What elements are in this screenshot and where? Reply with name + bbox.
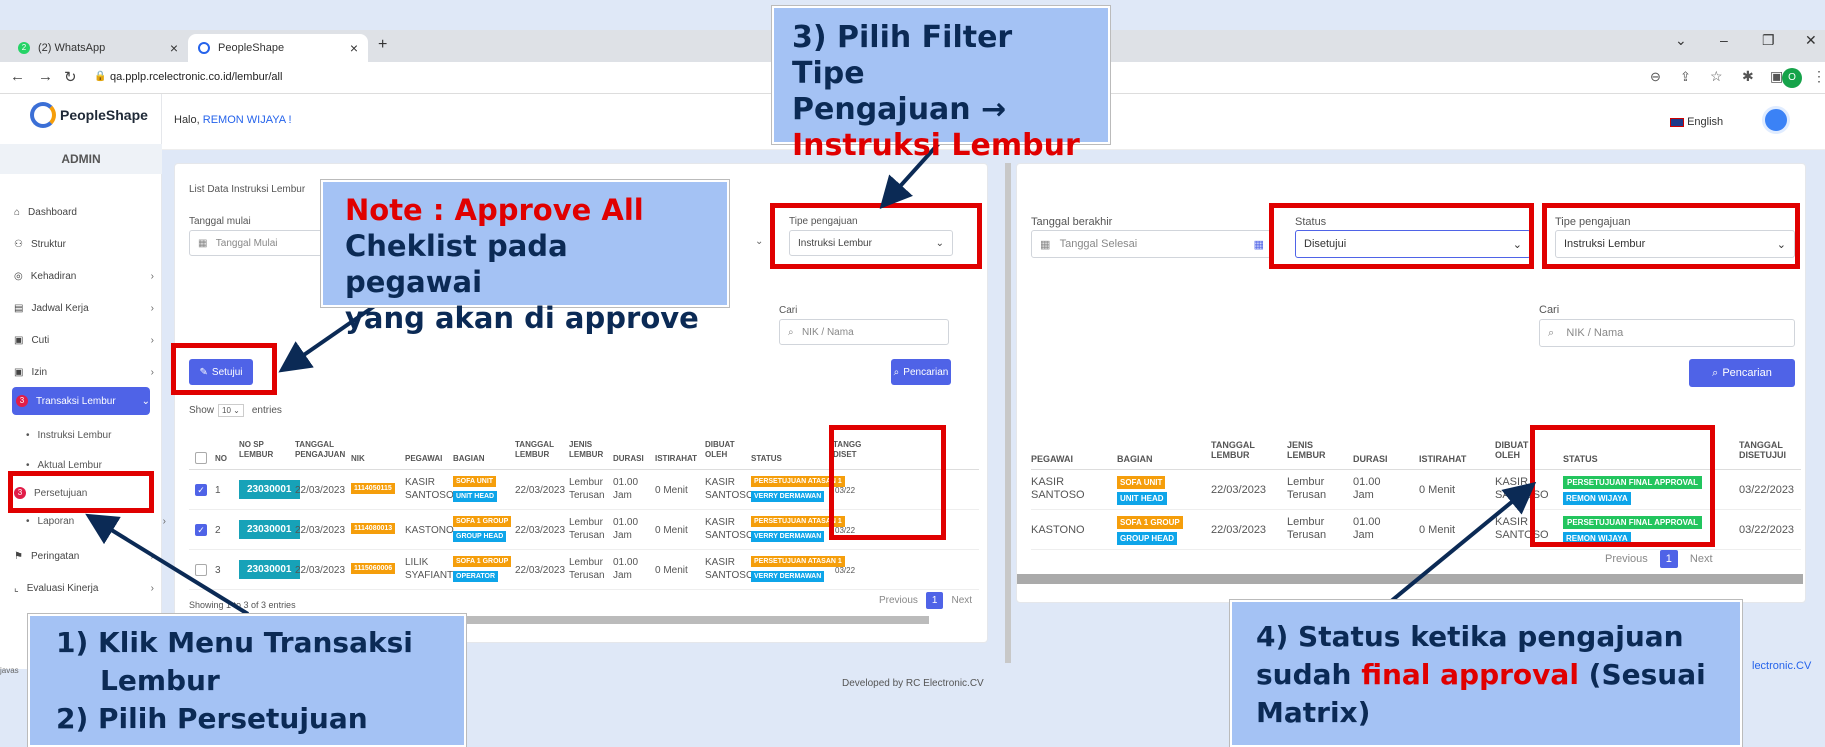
callout-step4: 4) Status ketika pengajuan sudah final a…	[1230, 600, 1742, 747]
callout-note: Note : Approve All Cheklist pada pegawai…	[321, 180, 729, 335]
callout-step3: 3) Pilih Filter Tipe Pengajuan → Instruk…	[772, 6, 1110, 163]
arrow-step12	[85, 513, 250, 616]
arrow-step4	[1388, 481, 1537, 604]
callout-step12: 1) Klik Menu Transaksi Lembur 2) Pilih P…	[28, 614, 466, 747]
